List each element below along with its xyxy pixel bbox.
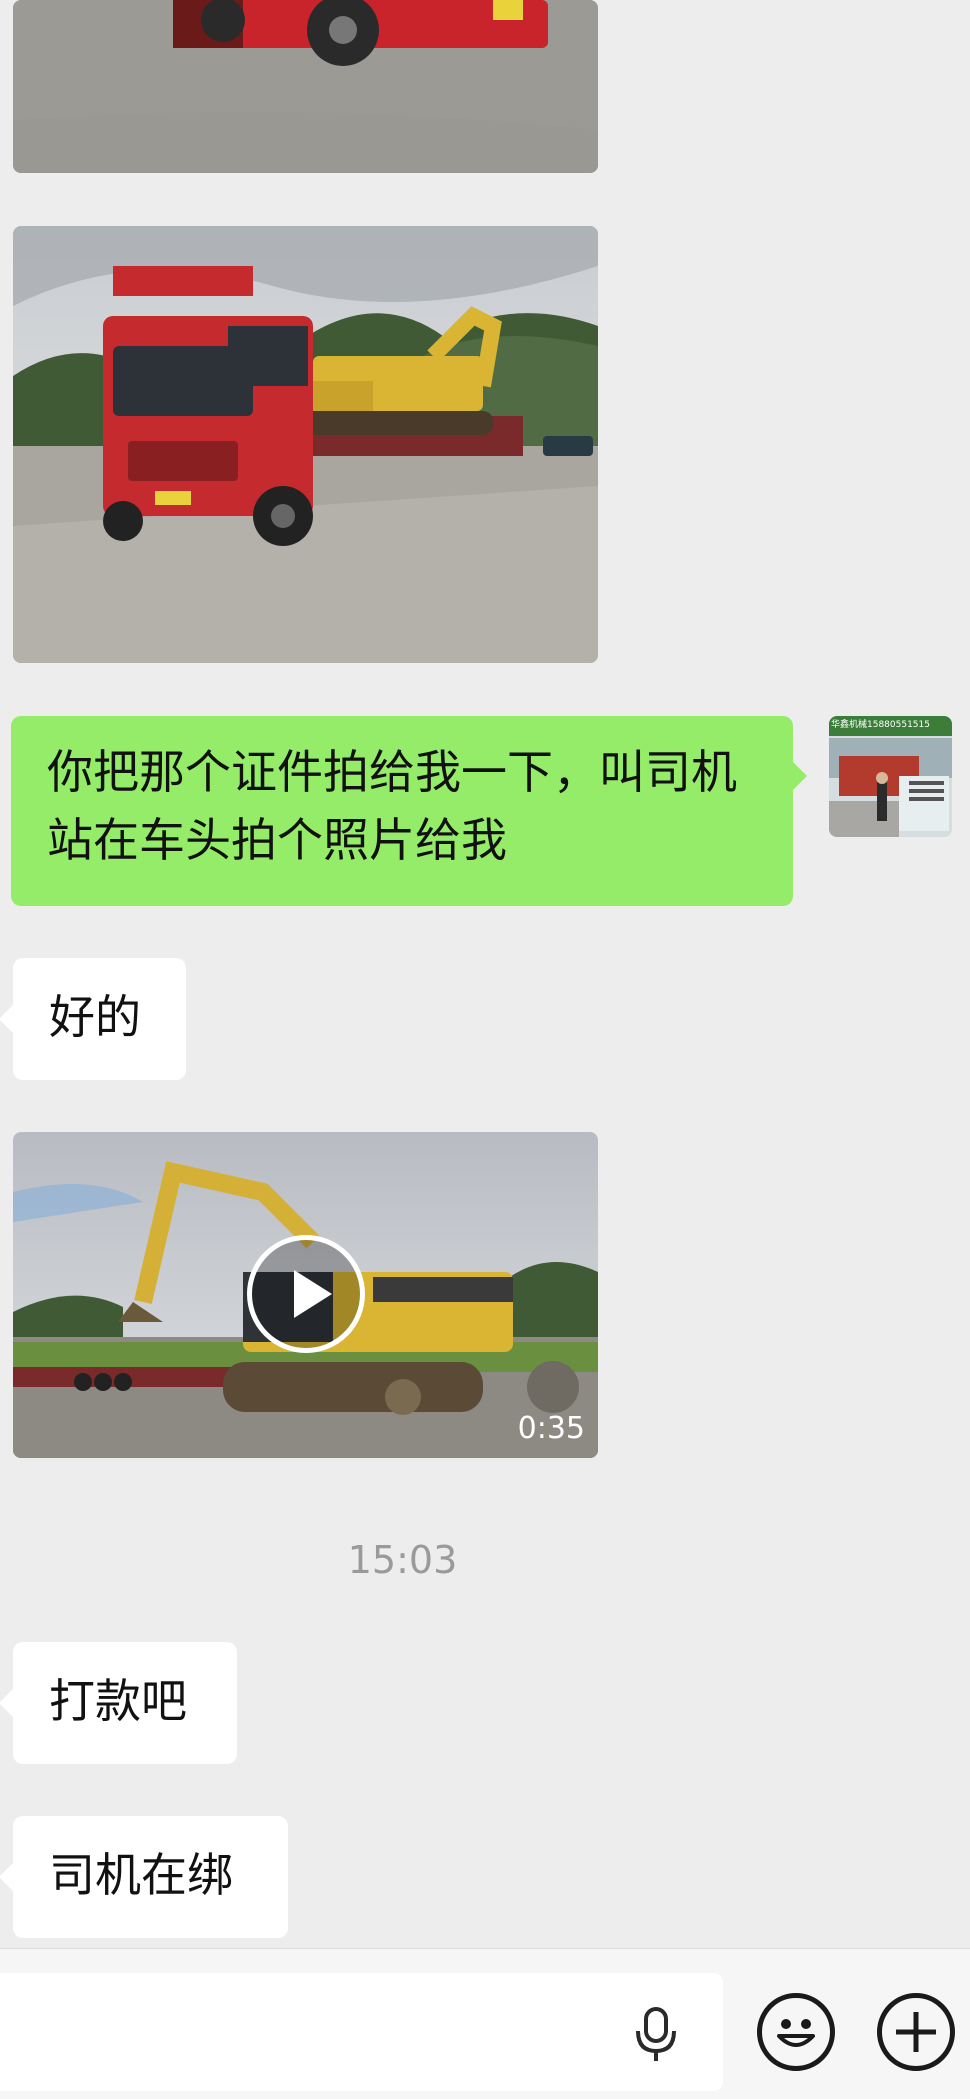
received-message-bubble[interactable]: 好的 (0, 958, 186, 1080)
received-message-text: 打款吧 (49, 1674, 187, 1728)
chat-image-truck-partial[interactable] (13, 0, 598, 173)
avatar-caption: 华鑫机械15880551515 (831, 720, 930, 730)
video-duration: 0:35 (517, 1411, 585, 1446)
message-input-bar (0, 1948, 970, 2099)
message-timestamp: 15:03 (347, 1538, 458, 1582)
avatar[interactable]: 华鑫机械15880551515 (829, 716, 952, 837)
message-input[interactable] (0, 1973, 723, 2091)
received-message-text: 司机在绑 (49, 1848, 233, 1902)
sent-message-text: 你把那个证件拍给我一下，叫司机站在车头拍个照片给我 (47, 745, 737, 867)
chat-video-excavator[interactable]: 0:35 (13, 1132, 598, 1458)
play-icon[interactable] (247, 1235, 365, 1353)
received-message-bubble[interactable]: 打款吧 (0, 1642, 237, 1764)
received-message-bubble[interactable]: 司机在绑 (0, 1816, 288, 1938)
sent-message-bubble[interactable]: 你把那个证件拍给我一下，叫司机站在车头拍个照片给我 (11, 716, 807, 906)
microphone-icon[interactable] (632, 2007, 680, 2063)
chat-image-truck-excavator[interactable] (13, 226, 598, 663)
plus-icon[interactable] (877, 1993, 955, 2071)
emoji-icon[interactable] (757, 1993, 835, 2071)
received-message-text: 好的 (49, 990, 141, 1044)
